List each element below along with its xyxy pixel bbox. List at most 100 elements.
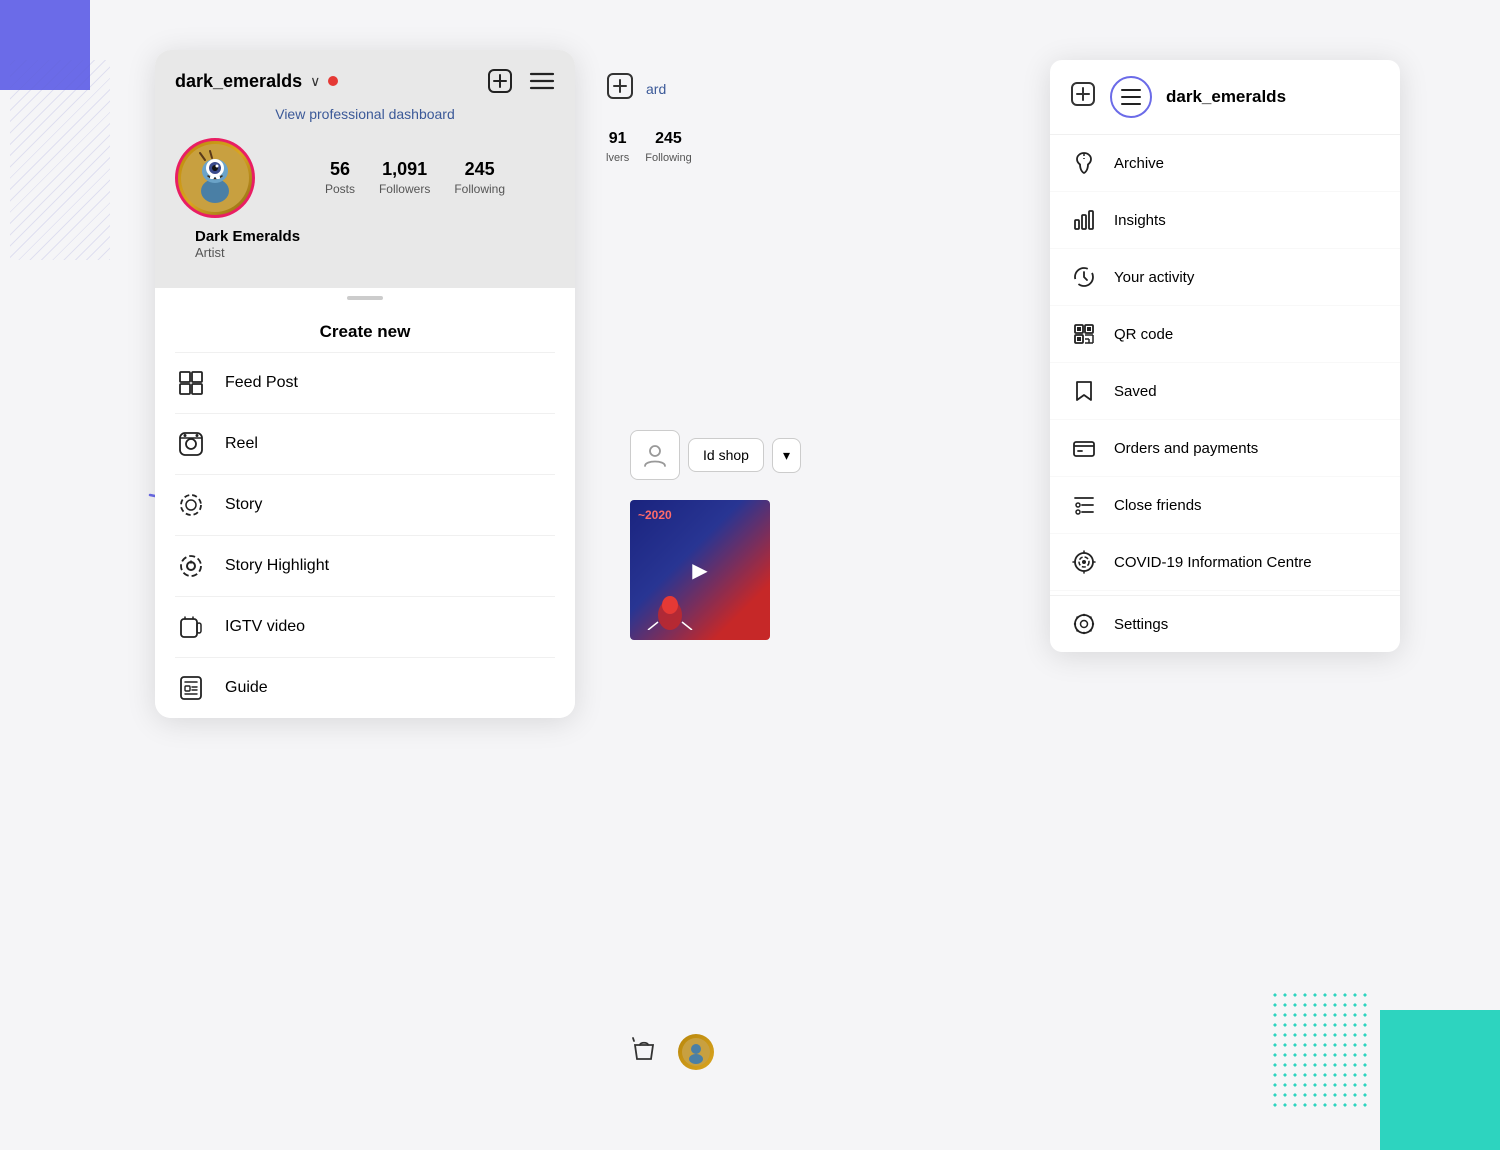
right-menu-item-close-friends[interactable]: Close friends — [1050, 477, 1400, 534]
post-year-label: ~2020 — [638, 508, 672, 522]
story-highlight-label: Story Highlight — [225, 557, 329, 575]
menu-item-feed-post[interactable]: Feed Post — [175, 352, 555, 413]
post-grid-area: ~2020 ▶ — [630, 500, 770, 640]
feed-post-label: Feed Post — [225, 374, 298, 392]
menu-item-story[interactable]: Story — [175, 474, 555, 535]
guide-icon — [175, 672, 207, 704]
drag-handle — [155, 288, 575, 308]
feed-post-icon — [175, 367, 207, 399]
settings-icon — [1070, 610, 1098, 638]
right-menu-item-insights[interactable]: Insights — [1050, 192, 1400, 249]
right-menu-header: dark_emeralds — [1050, 60, 1400, 135]
handle-bar — [347, 296, 383, 300]
post-thumbnail[interactable]: ~2020 ▶ — [630, 500, 770, 640]
play-icon: ▶ — [692, 558, 707, 583]
partial-stats-row: 91 lvers 245 Following — [590, 118, 900, 178]
partial-followers-stat: 91 lvers — [606, 130, 629, 166]
right-panel: dark_emeralds Archive Insights — [1050, 60, 1400, 652]
avatar — [175, 138, 255, 218]
following-count: 245 — [454, 159, 505, 180]
reel-icon — [175, 428, 207, 460]
menu-item-guide[interactable]: Guide — [175, 657, 555, 718]
igtv-label: IGTV video — [225, 618, 305, 636]
right-menu-item-saved[interactable]: Saved — [1050, 363, 1400, 420]
activity-icon — [1070, 263, 1098, 291]
profile-username: dark_emeralds — [175, 71, 302, 92]
archive-label: Archive — [1114, 155, 1164, 172]
partial-following-count: 245 — [645, 130, 691, 148]
bg-teal-dots — [1270, 990, 1370, 1110]
partial-topbar: ard — [590, 60, 900, 118]
right-menu-topbar: dark_emeralds — [1070, 76, 1380, 118]
bottom-avatar[interactable] — [678, 1034, 714, 1070]
reel-label: Reel — [225, 435, 258, 453]
profile-header: dark_emeralds ∨ — [155, 50, 575, 288]
profile-info: 56 Posts 1,091 Followers 245 Following — [175, 138, 555, 218]
shopping-bag-icon[interactable] — [630, 1035, 658, 1070]
bg-diagonal-lines — [10, 60, 110, 260]
partial-profile: ard 91 lvers 245 Following — [590, 60, 900, 178]
saved-label: Saved — [1114, 383, 1157, 400]
qr-code-label: QR code — [1114, 326, 1173, 343]
insights-icon — [1070, 206, 1098, 234]
covid-icon — [1070, 548, 1098, 576]
menu-item-reel[interactable]: Reel — [175, 413, 555, 474]
status-dot — [328, 76, 338, 86]
partial-dashboard-text: ard — [646, 81, 666, 97]
activity-label: Your activity — [1114, 269, 1194, 286]
partial-add-icon[interactable] — [606, 72, 634, 106]
bottom-icons-area — [630, 1034, 714, 1070]
right-add-icon[interactable] — [1070, 81, 1096, 113]
covid-label: COVID-19 Information Centre — [1114, 554, 1312, 571]
archive-icon — [1070, 149, 1098, 177]
posts-label: Posts — [325, 182, 355, 196]
orders-icon — [1070, 434, 1098, 462]
create-title: Create new — [175, 308, 555, 352]
shop-button[interactable]: Id shop — [688, 438, 764, 472]
story-highlight-icon — [175, 550, 207, 582]
bg-teal-decoration — [1380, 1010, 1500, 1150]
display-name: Dark Emeralds — [195, 228, 535, 245]
username-row: dark_emeralds ∨ — [175, 71, 338, 92]
dashboard-link[interactable]: View professional dashboard — [175, 106, 555, 122]
right-menu-item-orders[interactable]: Orders and payments — [1050, 420, 1400, 477]
menu-item-igtv[interactable]: IGTV video — [175, 596, 555, 657]
partial-following-label: Following — [645, 152, 691, 164]
menu-item-story-highlight[interactable]: Story Highlight — [175, 535, 555, 596]
person-icon-box — [630, 430, 680, 480]
right-menu-item-activity[interactable]: Your activity — [1050, 249, 1400, 306]
shop-dropdown-button[interactable]: ▾ — [772, 438, 801, 473]
profile-icons — [487, 68, 555, 94]
guide-label: Guide — [225, 679, 268, 697]
partial-followers-label: lvers — [606, 152, 629, 164]
followers-label: Followers — [379, 182, 430, 196]
right-menu-item-settings[interactable]: Settings — [1050, 595, 1400, 652]
saved-icon — [1070, 377, 1098, 405]
add-content-button[interactable] — [487, 68, 513, 94]
hamburger-button[interactable] — [1110, 76, 1152, 118]
chevron-down-icon[interactable]: ∨ — [310, 73, 320, 90]
close-friends-icon — [1070, 491, 1098, 519]
following-stat: 245 Following — [454, 159, 505, 198]
orders-label: Orders and payments — [1114, 440, 1258, 457]
left-panel: dark_emeralds ∨ — [155, 50, 575, 718]
partial-following-stat: 245 Following — [645, 130, 691, 166]
profile-topbar: dark_emeralds ∨ — [175, 68, 555, 94]
right-menu-item-covid[interactable]: COVID-19 Information Centre — [1050, 534, 1400, 591]
right-menu-item-qr[interactable]: QR code — [1050, 306, 1400, 363]
posts-count: 56 — [325, 159, 355, 180]
right-menu-item-archive[interactable]: Archive — [1050, 135, 1400, 192]
display-title: Artist — [195, 245, 535, 260]
profile-name-section: Dark Emeralds Artist — [175, 218, 555, 274]
followers-count: 1,091 — [379, 159, 430, 180]
posts-stat: 56 Posts — [325, 159, 355, 198]
settings-label: Settings — [1114, 616, 1168, 633]
insights-label: Insights — [1114, 212, 1166, 229]
story-icon — [175, 489, 207, 521]
hamburger-menu-button[interactable] — [529, 71, 555, 91]
close-friends-label: Close friends — [1114, 497, 1202, 514]
story-label: Story — [225, 496, 262, 514]
partial-followers-count: 91 — [606, 130, 629, 148]
profile-stats: 56 Posts 1,091 Followers 245 Following — [275, 159, 555, 198]
following-label: Following — [454, 182, 505, 196]
